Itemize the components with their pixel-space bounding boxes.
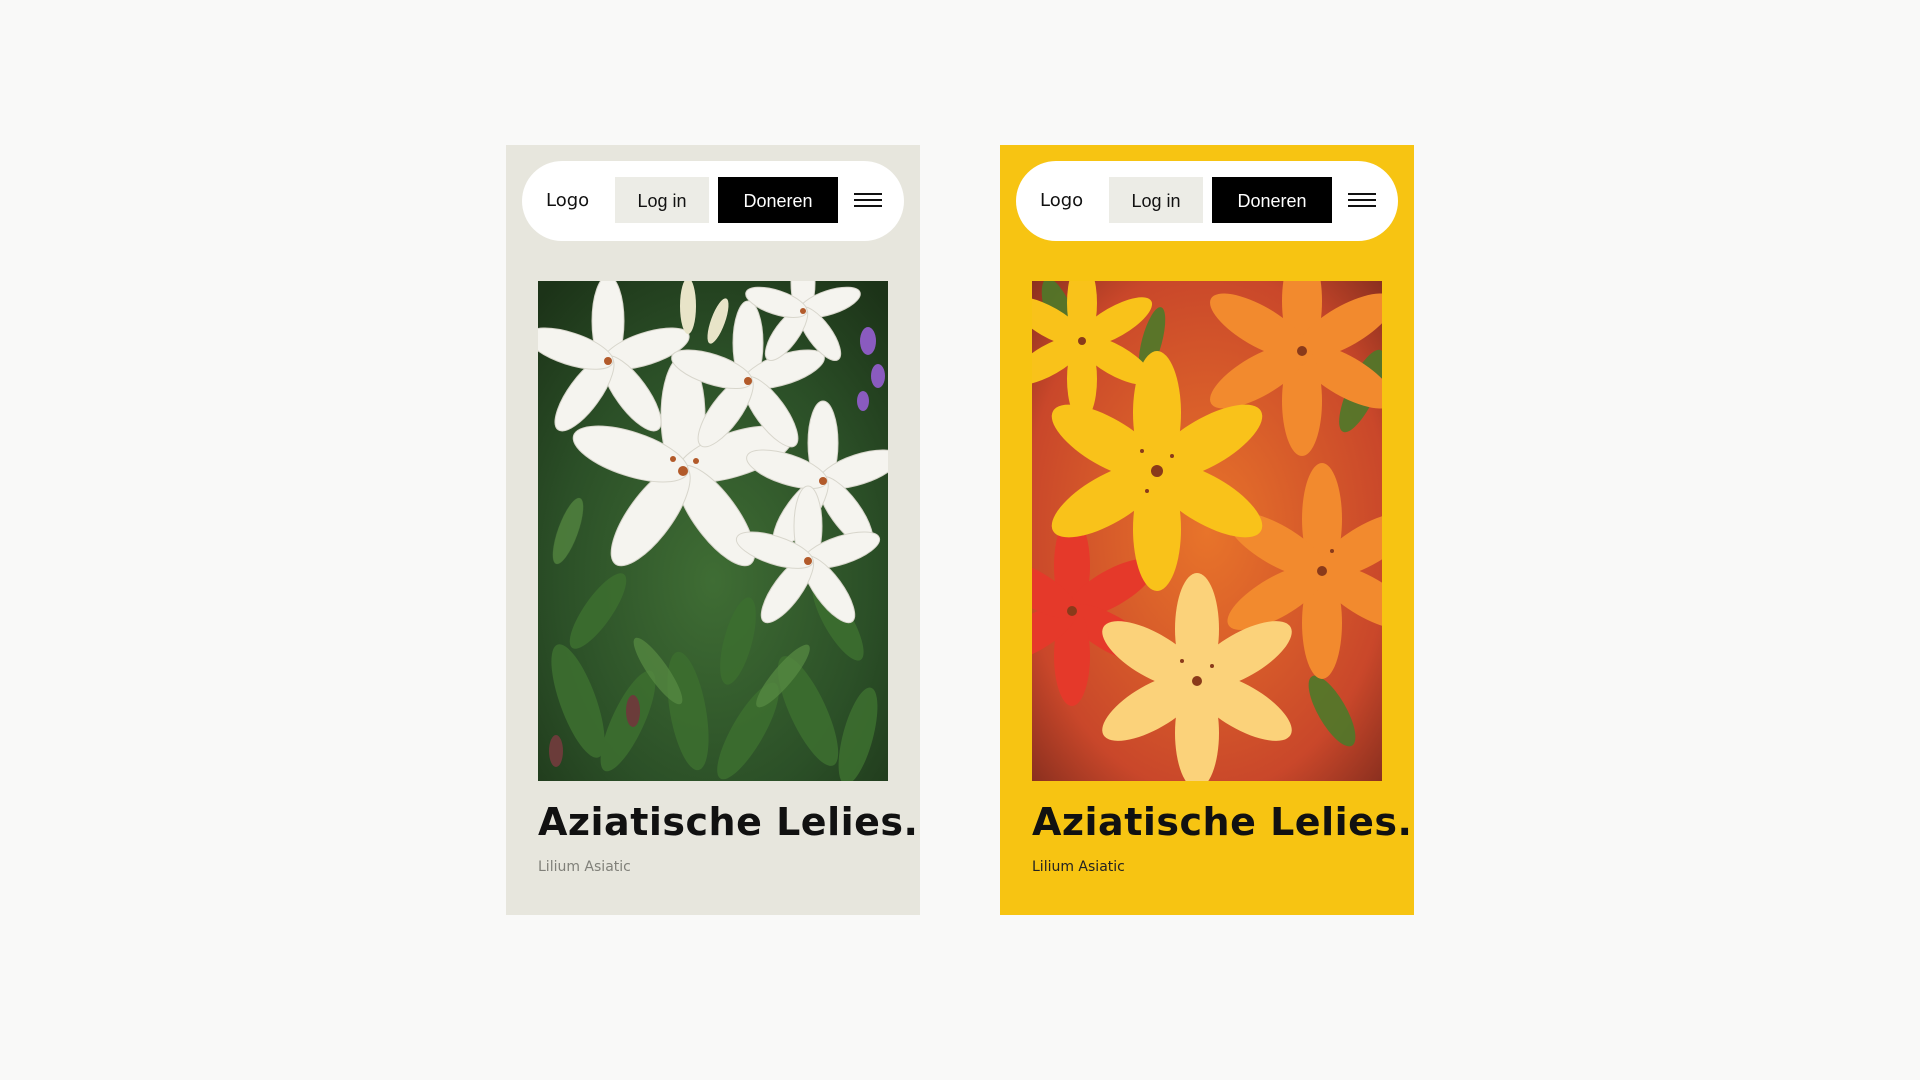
white-lilies-photo [538, 281, 888, 781]
orange-yellow-lilies-photo [1032, 281, 1382, 781]
donate-button[interactable]: Doneren [718, 177, 838, 223]
plant-latin-name: Lilium Asiatic [538, 859, 631, 875]
plant-card-white: Logo Log in Doneren Aziatische Lelies. L… [506, 145, 920, 915]
plant-card-yellow: Logo Log in Doneren Aziatische Lelies. L… [1000, 145, 1414, 915]
plant-title: Aziatische Lelies. [538, 800, 919, 844]
hamburger-icon[interactable] [1348, 189, 1376, 211]
logo[interactable]: Logo [1040, 161, 1083, 241]
plant-latin-name: Lilium Asiatic [1032, 859, 1125, 875]
donate-button[interactable]: Doneren [1212, 177, 1332, 223]
navbar: Logo Log in Doneren [522, 161, 904, 241]
hamburger-icon[interactable] [854, 189, 882, 211]
login-button[interactable]: Log in [1109, 177, 1203, 223]
logo[interactable]: Logo [546, 161, 589, 241]
page-canvas: Logo Log in Doneren Aziatische Lelies. L… [0, 0, 1920, 1080]
navbar: Logo Log in Doneren [1016, 161, 1398, 241]
login-button[interactable]: Log in [615, 177, 709, 223]
plant-title: Aziatische Lelies. [1032, 800, 1413, 844]
